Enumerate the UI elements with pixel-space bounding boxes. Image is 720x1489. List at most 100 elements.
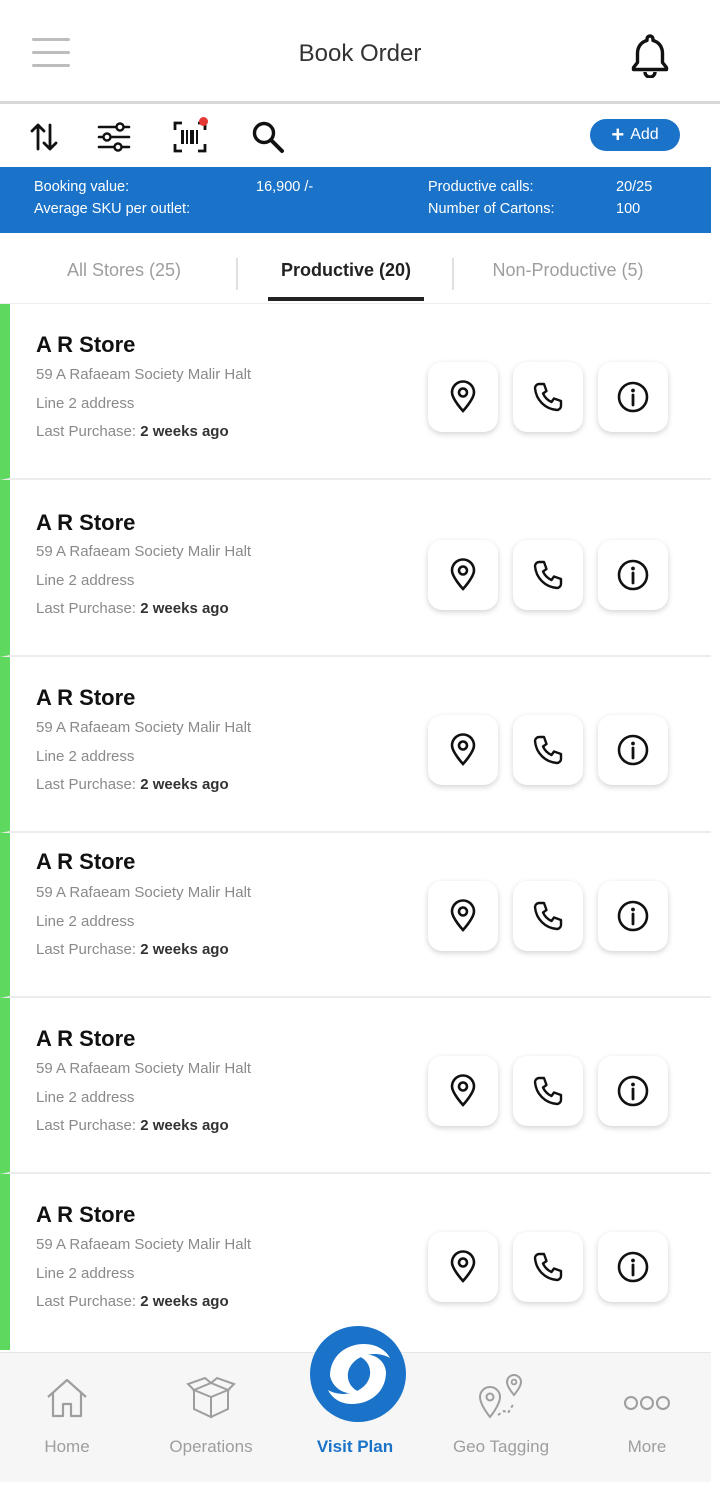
info-button[interactable]: [598, 1232, 668, 1302]
last-purchase-value: 2 weeks ago: [140, 776, 229, 793]
store-card[interactable]: A R Store 59 A Rafaeam Society Malir Hal…: [0, 1174, 711, 1350]
store-address-line1: 59 A Rafaeam Society Malir Halt: [36, 366, 252, 383]
active-tab-indicator: [268, 297, 424, 301]
store-card[interactable]: A R Store 59 A Rafaeam Society Malir Hal…: [0, 998, 711, 1174]
tab-productive[interactable]: Productive (20): [262, 260, 430, 281]
cartons-label: Number of Cartons:: [428, 201, 555, 217]
cartons-value: 100: [616, 201, 641, 217]
booking-value: 16,900 /-: [256, 179, 314, 195]
notification-bell-icon[interactable]: [628, 32, 672, 78]
filter-icon[interactable]: [96, 119, 132, 155]
tab-non-productive[interactable]: Non-Productive (5): [470, 260, 666, 281]
phone-icon: [533, 560, 563, 590]
call-button[interactable]: [513, 1232, 583, 1302]
store-name: A R Store: [36, 332, 136, 357]
tab-all-stores[interactable]: All Stores (25): [40, 260, 208, 281]
last-purchase: Last Purchase: 2 weeks ago: [36, 423, 229, 440]
store-address-line1: 59 A Rafaeam Society Malir Halt: [36, 719, 252, 736]
phone-icon: [533, 1076, 563, 1106]
add-button-label: Add: [630, 126, 659, 143]
info-icon: [617, 559, 649, 591]
geo-tag-icon: [478, 1374, 523, 1419]
call-button[interactable]: [513, 362, 583, 432]
info-icon: [617, 381, 649, 413]
more-icon: [624, 1396, 670, 1410]
last-purchase-label: Last Purchase:: [36, 941, 137, 958]
page-title: Book Order: [298, 40, 422, 67]
last-purchase-label: Last Purchase:: [36, 776, 137, 793]
location-pin-icon: [450, 733, 476, 766]
nav-operations-label: Operations: [169, 1437, 253, 1456]
last-purchase: Last Purchase: 2 weeks ago: [36, 776, 229, 793]
nav-geo-tagging[interactable]: Geo Tagging: [446, 1373, 556, 1457]
info-button[interactable]: [598, 362, 668, 432]
call-button[interactable]: [513, 881, 583, 951]
store-card[interactable]: A R Store 59 A Rafaeam Society Malir Hal…: [0, 304, 711, 480]
home-icon: [47, 1378, 87, 1418]
tab-divider: [236, 258, 238, 290]
last-purchase-label: Last Purchase:: [36, 423, 137, 440]
call-button[interactable]: [513, 1056, 583, 1126]
location-button[interactable]: [428, 715, 498, 785]
call-button[interactable]: [513, 540, 583, 610]
location-button[interactable]: [428, 1056, 498, 1126]
tab-divider: [452, 258, 454, 290]
store-card[interactable]: A R Store 59 A Rafaeam Society Malir Hal…: [0, 480, 711, 657]
store-name: A R Store: [36, 1026, 136, 1051]
info-icon: [617, 900, 649, 932]
location-pin-icon: [450, 899, 476, 932]
call-button[interactable]: [513, 715, 583, 785]
phone-icon: [533, 735, 563, 765]
visit-plan-fab[interactable]: [310, 1326, 406, 1422]
info-button[interactable]: [598, 715, 668, 785]
last-purchase: Last Purchase: 2 weeks ago: [36, 600, 229, 617]
location-pin-icon: [450, 380, 476, 413]
store-address-line2: Line 2 address: [36, 913, 135, 930]
phone-icon: [533, 382, 563, 412]
location-pin-icon: [450, 1250, 476, 1283]
last-purchase-value: 2 weeks ago: [140, 423, 229, 440]
store-address-line2: Line 2 address: [36, 1089, 135, 1106]
store-card[interactable]: A R Store 59 A Rafaeam Society Malir Hal…: [0, 657, 711, 833]
nav-more[interactable]: More: [592, 1373, 702, 1457]
box-icon: [186, 1376, 236, 1419]
last-purchase-label: Last Purchase:: [36, 1293, 137, 1310]
nav-home-label: Home: [44, 1437, 90, 1456]
store-address-line2: Line 2 address: [36, 1265, 135, 1282]
nav-visit-plan-label: Visit Plan: [316, 1437, 394, 1456]
last-purchase-label: Last Purchase:: [36, 600, 137, 617]
phone-icon: [533, 1252, 563, 1282]
sort-icon[interactable]: [26, 119, 62, 155]
store-address-line1: 59 A Rafaeam Society Malir Halt: [36, 543, 252, 560]
location-button[interactable]: [428, 881, 498, 951]
nav-geo-tagging-label: Geo Tagging: [452, 1437, 550, 1456]
info-button[interactable]: [598, 1056, 668, 1126]
last-purchase: Last Purchase: 2 weeks ago: [36, 941, 229, 958]
barcode-scanner-icon[interactable]: [172, 117, 208, 155]
productive-calls-value: 20/25: [616, 179, 653, 195]
search-icon[interactable]: [250, 119, 286, 155]
store-name: A R Store: [36, 685, 136, 710]
visit-plan-logo-icon: [328, 1344, 390, 1404]
info-button[interactable]: [598, 540, 668, 610]
last-purchase-value: 2 weeks ago: [140, 1293, 229, 1310]
location-button[interactable]: [428, 540, 498, 610]
location-button[interactable]: [428, 362, 498, 432]
last-purchase: Last Purchase: 2 weeks ago: [36, 1117, 229, 1134]
add-button[interactable]: + Add: [590, 119, 680, 151]
nav-more-label: More: [627, 1437, 667, 1456]
booking-value-label: Booking value:: [34, 179, 130, 195]
location-button[interactable]: [428, 1232, 498, 1302]
store-address-line2: Line 2 address: [36, 572, 135, 589]
last-purchase-value: 2 weeks ago: [140, 941, 229, 958]
app-header: Book Order: [0, 0, 720, 104]
store-name: A R Store: [36, 1202, 136, 1227]
nav-home[interactable]: Home: [12, 1373, 122, 1457]
summary-stats-bar: Booking value: 16,900 /- Average SKU per…: [0, 167, 711, 233]
info-button[interactable]: [598, 881, 668, 951]
productive-calls-label: Productive calls:: [428, 179, 534, 195]
info-icon: [617, 1251, 649, 1283]
store-card[interactable]: A R Store 59 A Rafaeam Society Malir Hal…: [0, 833, 711, 998]
nav-operations[interactable]: Operations: [156, 1373, 266, 1457]
store-address-line1: 59 A Rafaeam Society Malir Halt: [36, 1236, 252, 1253]
